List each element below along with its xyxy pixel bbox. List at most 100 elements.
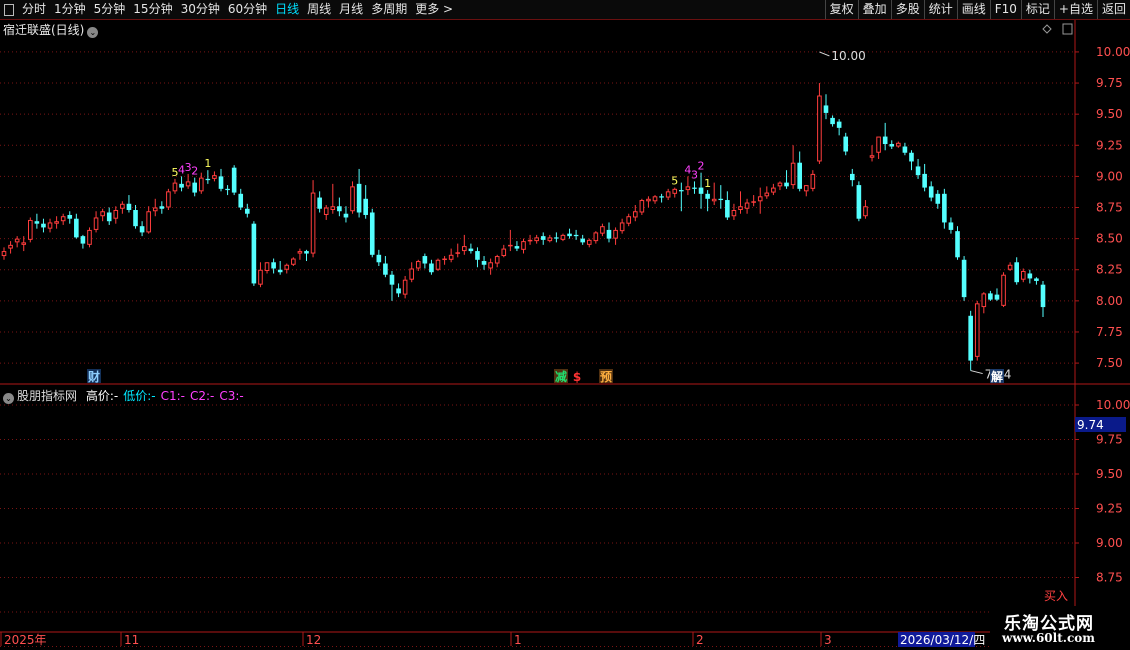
candle-body (942, 193, 947, 223)
candle-27 (179, 176, 184, 192)
candle-body (935, 193, 941, 204)
candle-74 (488, 258, 493, 275)
candle-body (823, 105, 829, 113)
time-label-3: 1 (514, 633, 522, 647)
buy-signal-label: 买入 (1044, 589, 1068, 603)
candle-36 (238, 188, 244, 210)
candle-body (231, 167, 237, 193)
candle-body (508, 244, 513, 247)
candle-4 (28, 217, 33, 243)
candle-133 (876, 136, 881, 159)
candle-34 (225, 185, 230, 196)
candle-body (291, 258, 296, 265)
candle-body (60, 216, 66, 222)
candle-body (777, 182, 783, 187)
candle-47 (310, 180, 316, 258)
candle-98 (646, 196, 651, 208)
candle-body (836, 121, 842, 128)
candle-127 (836, 119, 842, 136)
candle-body (915, 166, 921, 176)
candle-body (172, 182, 178, 192)
candle-body (277, 269, 283, 273)
candle-124 (817, 83, 822, 164)
y-tick-label-6: 9.00 (1096, 169, 1123, 183)
candle-body (126, 203, 132, 210)
candle-153 (1007, 262, 1013, 271)
candle-body (974, 303, 980, 357)
low-pointer (970, 370, 983, 375)
y-tick-label-2: 8.00 (1096, 294, 1123, 308)
candle-body (830, 117, 835, 125)
candle-body (889, 144, 895, 147)
candle-57 (376, 249, 382, 267)
candle-body (784, 182, 789, 187)
candle-6 (41, 218, 46, 233)
candle-95 (626, 213, 632, 227)
candle-body (205, 178, 211, 181)
candle-body (757, 196, 763, 202)
candle-body (376, 254, 382, 263)
y-tick-label-7: 9.25 (1096, 138, 1123, 152)
candle-body (448, 254, 454, 260)
candle-body (475, 251, 480, 260)
candle-body (659, 196, 664, 198)
candle-12 (80, 234, 86, 249)
candle-89 (586, 238, 592, 248)
candlestick-chart[interactable]: 7.50 7.75 8.00 8.25 8.50 8.75 9.00 9.25 9.50 9.75… (0, 0, 1130, 650)
candle-body (751, 201, 756, 203)
candle-body (981, 293, 987, 308)
candle-body (54, 221, 59, 224)
candle-body (527, 239, 533, 242)
candle-32 (212, 171, 217, 182)
candle-68 (448, 248, 454, 263)
candle-91 (600, 223, 605, 237)
candle-body (323, 207, 329, 215)
candle-141 (928, 181, 934, 202)
candle-77 (508, 229, 513, 252)
candle-body (258, 269, 263, 285)
candle-110 (725, 191, 730, 220)
candle-body (744, 202, 750, 209)
candle-9 (60, 213, 66, 225)
candle-85 (560, 233, 566, 242)
candle-body (100, 211, 105, 217)
candle-144 (948, 217, 954, 234)
candle-body (28, 219, 33, 240)
candle-17 (113, 206, 119, 224)
high-pointer (819, 51, 830, 57)
candle-body (245, 208, 250, 214)
candle-111 (731, 203, 737, 220)
time-label-1: 11 (124, 633, 139, 647)
candle-body (961, 259, 967, 298)
candle-body (330, 206, 336, 211)
event-marker-4: 解 (991, 369, 1003, 384)
candle-52 (343, 206, 349, 223)
candle-2 (14, 236, 20, 248)
candle-73 (481, 256, 487, 270)
candle-body (271, 262, 276, 269)
y-tick-label-8: 9.50 (1096, 107, 1123, 121)
candle-body (817, 95, 822, 162)
candle-body (284, 264, 290, 270)
candle-55 (363, 185, 368, 219)
candle-106 (698, 172, 704, 209)
candle-102 (672, 187, 678, 198)
candle-body (14, 238, 20, 243)
candle-body (1007, 264, 1013, 270)
candle-142 (935, 190, 941, 209)
candle-60 (396, 283, 401, 298)
candle-101 (665, 188, 671, 201)
candle-body (514, 246, 520, 249)
candle-40 (264, 262, 270, 274)
candle-body (790, 162, 796, 186)
candle-135 (889, 140, 895, 150)
candle-body (481, 261, 487, 265)
time-label-2: 12 (306, 633, 321, 647)
count-label-4: 1 (204, 157, 211, 170)
y-tick-label-5: 8.75 (1096, 201, 1123, 215)
candle-18 (120, 201, 125, 214)
y-tick-label-0: 7.50 (1096, 356, 1123, 370)
candle-body (304, 251, 309, 254)
candle-39 (258, 262, 263, 288)
candle-67 (442, 256, 447, 265)
